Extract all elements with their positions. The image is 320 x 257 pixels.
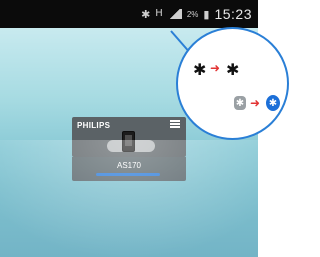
bluetooth-gray-icon: ✱ [234, 96, 246, 110]
arrow-right-icon: ➜ [210, 61, 221, 75]
arrow-right-icon: ➜ [250, 96, 261, 110]
callout-circle [176, 27, 289, 140]
bluetooth-connecting-icon: ✱ [226, 60, 240, 79]
bluetooth-blue-icon: ✱ [266, 95, 280, 111]
bluetooth-icon: ✱ [193, 60, 207, 79]
